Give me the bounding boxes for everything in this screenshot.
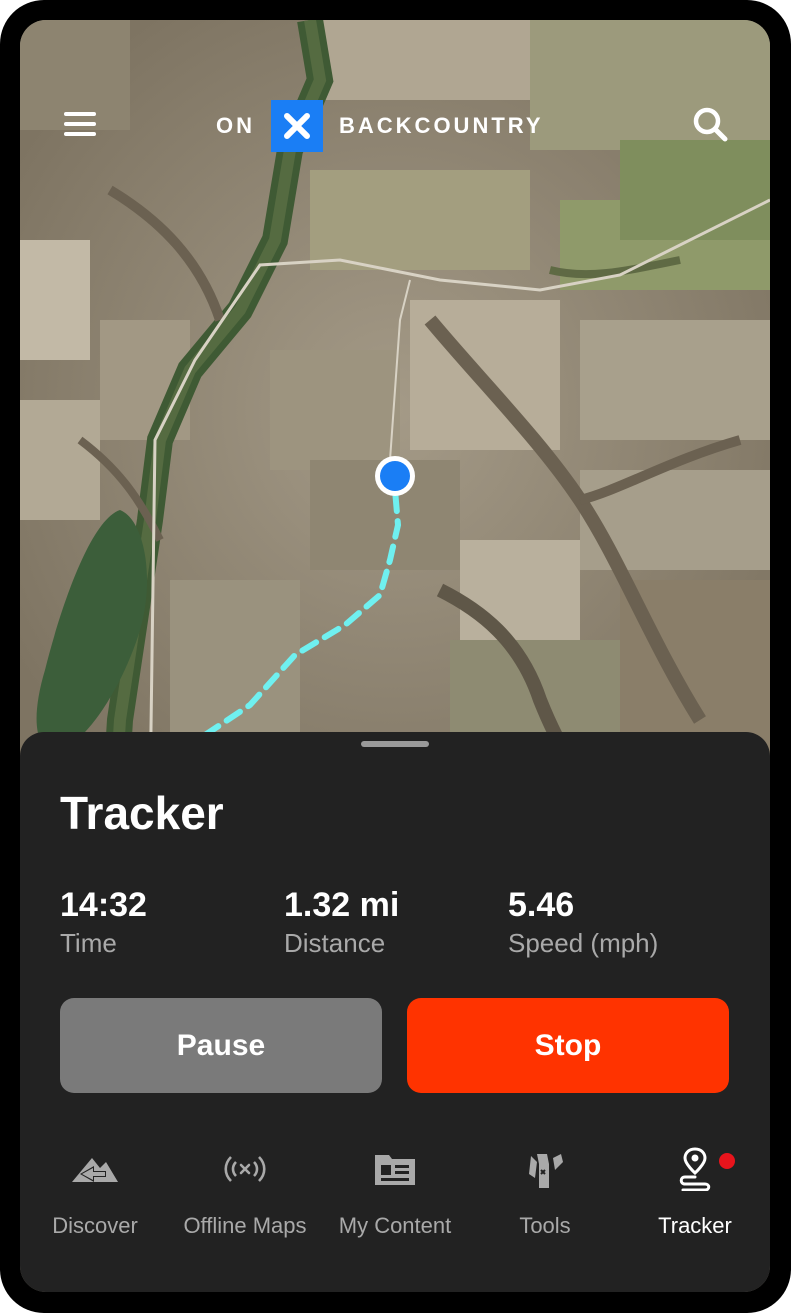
stat-time: 14:32 Time (60, 888, 147, 959)
stat-distance: 1.32 mi Distance (284, 888, 399, 959)
nav-item-tracker[interactable]: Tracker (620, 1147, 770, 1247)
tools-icon (523, 1147, 567, 1191)
discover-icon (70, 1147, 120, 1191)
nav-label-my-content: My Content (338, 1213, 452, 1238)
tracker-bottom-sheet: Tracker 14:32 Time 1.32 mi Distance 5.46… (20, 732, 770, 1292)
pause-button[interactable]: Pause (60, 998, 382, 1093)
stat-speed-label: Speed (mph) (508, 928, 659, 958)
stat-distance-value: 1.32 mi (284, 886, 400, 924)
nav-label-tools: Tools (519, 1213, 571, 1238)
tracker-notification-dot (719, 1153, 735, 1169)
hamburger-menu-icon[interactable] (60, 104, 100, 144)
my-content-icon (373, 1147, 417, 1191)
nav-item-offline-maps[interactable]: Offline Maps (170, 1147, 320, 1247)
logo-text-on: ON (216, 113, 255, 138)
stat-speed-value: 5.46 (508, 886, 575, 924)
logo-x-mark-icon (271, 100, 323, 152)
stat-speed: 5.46 Speed (mph) (508, 888, 658, 959)
offline-maps-icon (222, 1147, 268, 1191)
top-bar: ON BACKCOUNTRY (20, 90, 770, 160)
stat-time-value: 14:32 (60, 886, 147, 924)
sheet-drag-handle[interactable] (361, 741, 429, 747)
nav-item-my-content[interactable]: My Content (320, 1147, 470, 1247)
tracker-icon (675, 1147, 715, 1191)
search-icon[interactable] (690, 104, 730, 144)
stat-time-label: Time (60, 928, 117, 958)
onx-backcountry-logo: ON BACKCOUNTRY (216, 100, 544, 152)
nav-item-tools[interactable]: Tools (470, 1147, 620, 1247)
app-screen: ON BACKCOUNTRY Tracker 14:32 Time 1.32 m… (20, 20, 770, 1292)
phone-frame: ON BACKCOUNTRY Tracker 14:32 Time 1.32 m… (0, 0, 791, 1313)
nav-label-offline-maps: Offline Maps (183, 1213, 307, 1238)
nav-label-tracker: Tracker (658, 1213, 732, 1238)
stat-distance-label: Distance (284, 928, 386, 958)
current-location-dot (375, 456, 415, 496)
nav-item-discover[interactable]: Discover (20, 1147, 170, 1247)
sheet-title: Tracker (60, 787, 224, 839)
nav-label-discover: Discover (52, 1213, 138, 1238)
logo-text-backcountry: BACKCOUNTRY (339, 113, 544, 138)
bottom-nav: Discover Offline Maps My Content Tools T… (20, 1147, 770, 1257)
stop-button[interactable]: Stop (407, 998, 729, 1093)
